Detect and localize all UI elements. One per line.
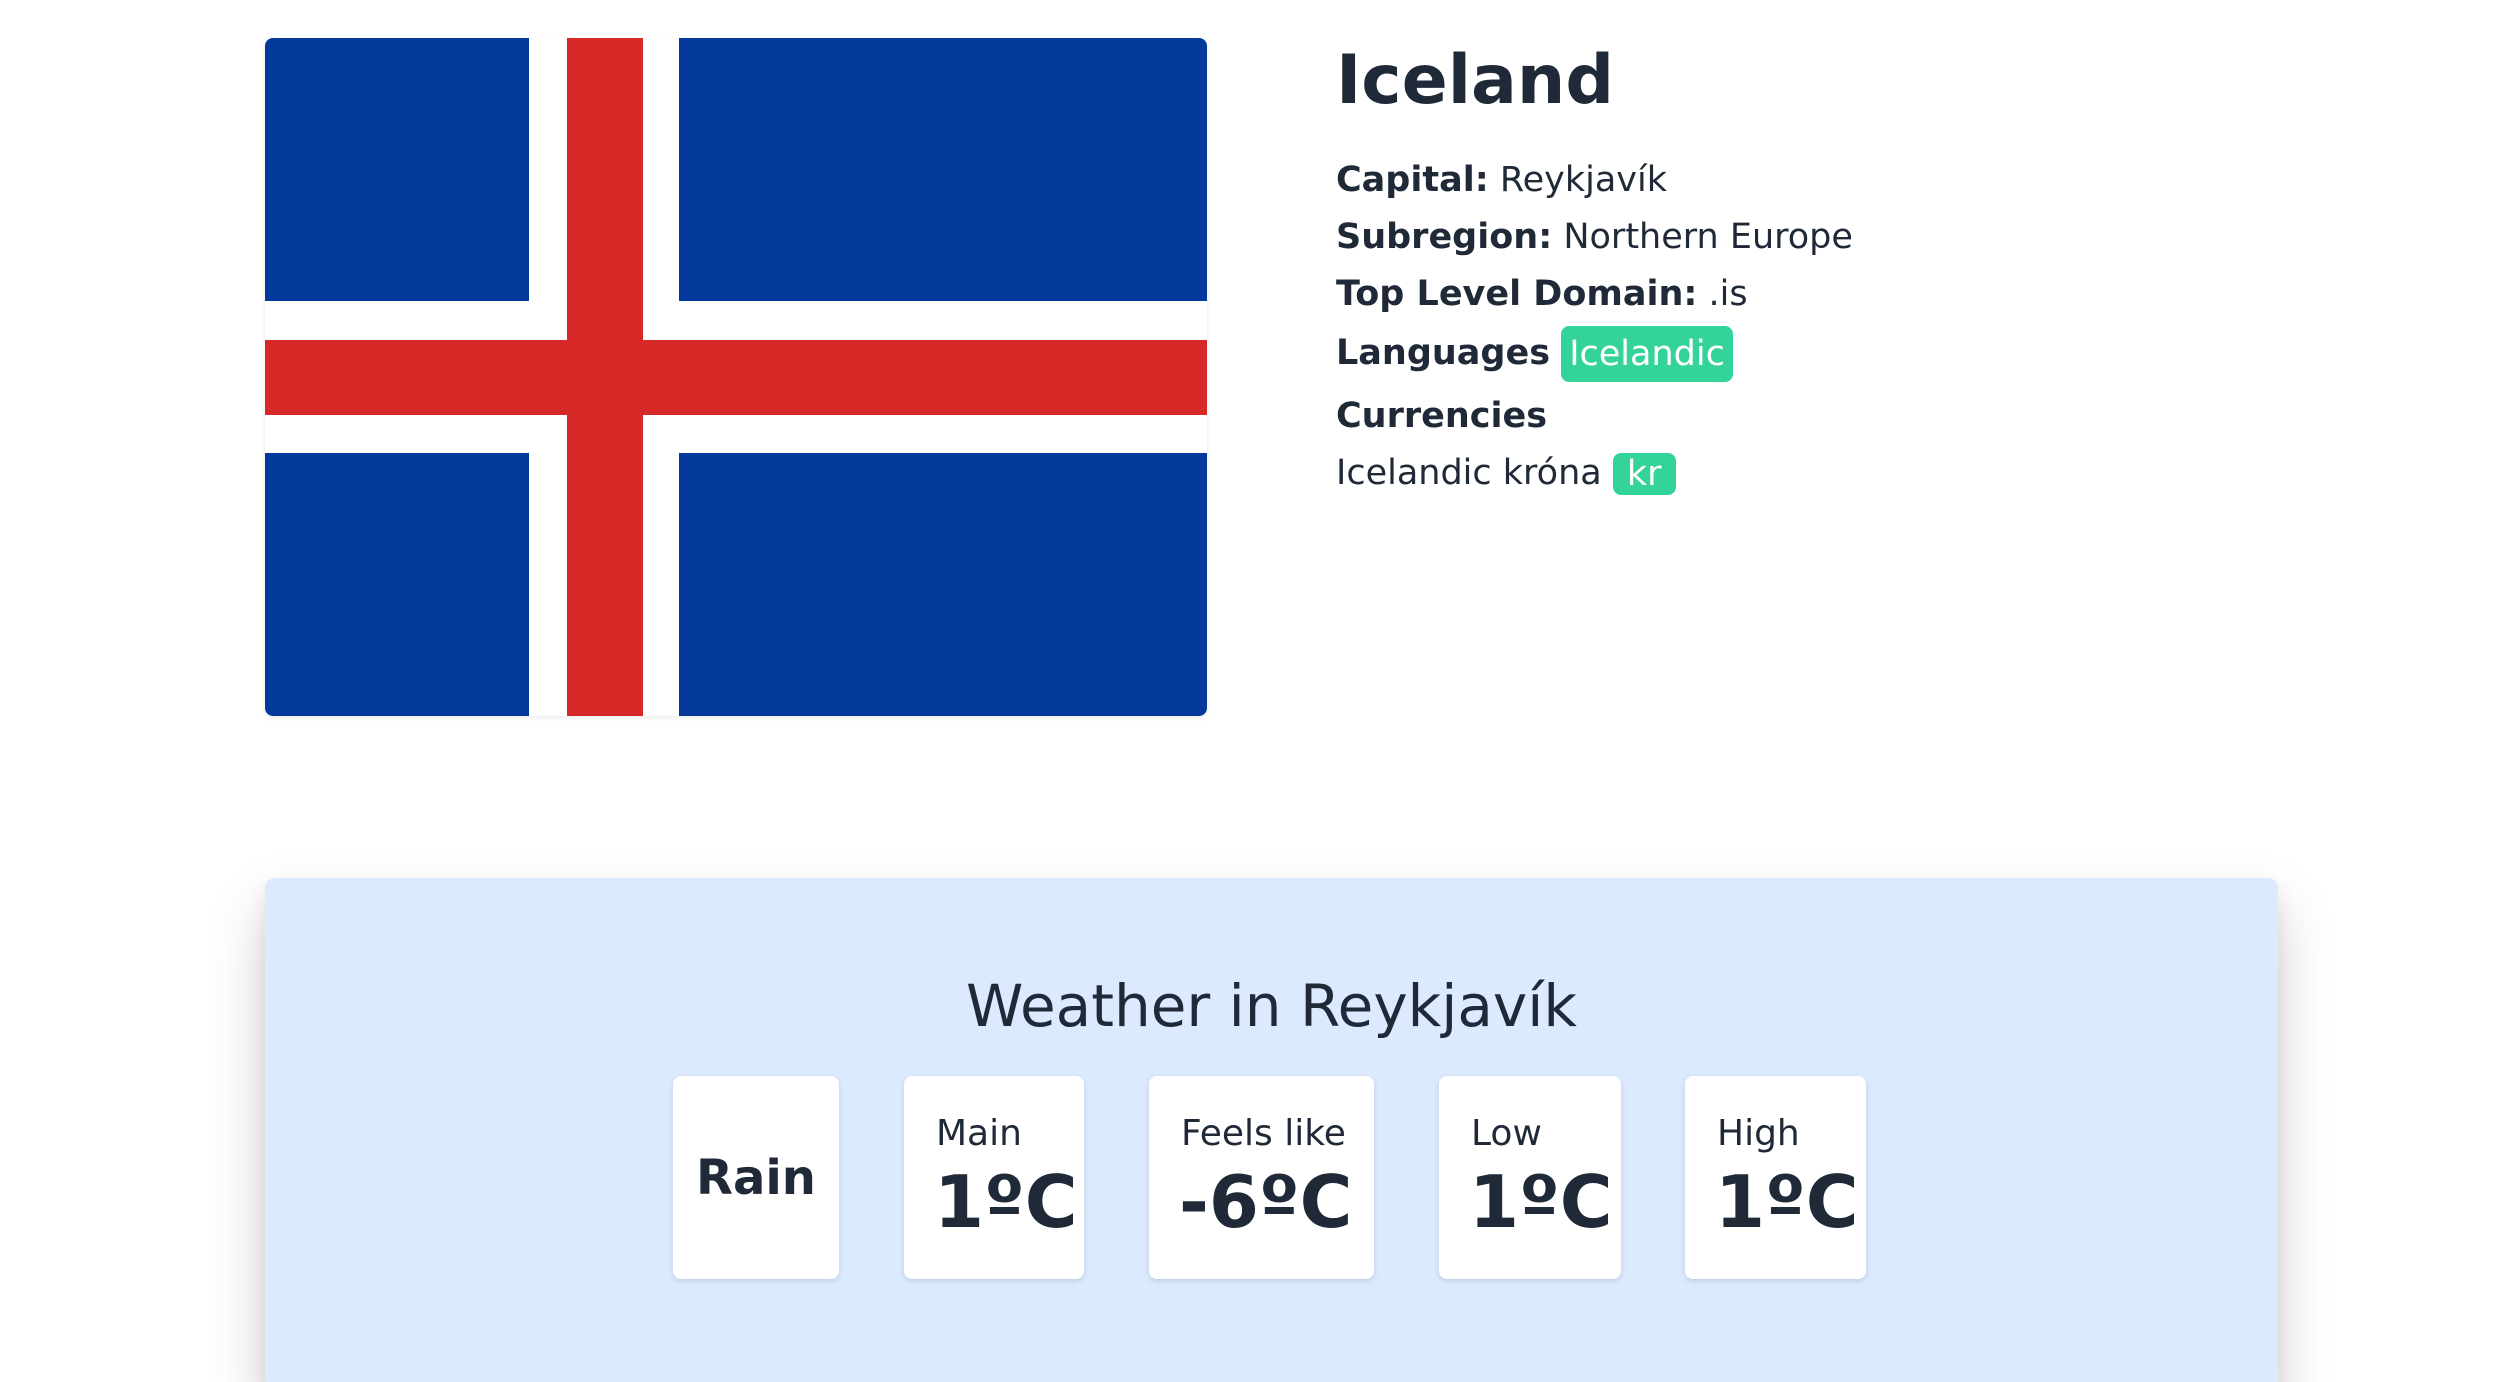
- currencies-label: Currencies: [1336, 396, 1548, 436]
- languages-label: Languages: [1336, 333, 1551, 373]
- weather-card-value: -6ºC: [1179, 1160, 1353, 1244]
- country-flag-image: [265, 38, 1207, 716]
- weather-card-label: High: [1717, 1113, 1800, 1154]
- weather-condition: Rain: [696, 1149, 816, 1206]
- currency-symbol-badge: kr: [1612, 453, 1676, 495]
- weather-card-value: 1ºC: [1469, 1160, 1613, 1244]
- weather-panel: Weather in Reykjavík Rain Main 1ºC Feels…: [265, 878, 2278, 1382]
- weather-title: Weather in Reykjavík: [966, 972, 1577, 1040]
- weather-card-high: High 1ºC: [1685, 1076, 1866, 1279]
- country-detail-page: Iceland Capital: Reykjavík Subregion: No…: [0, 0, 2500, 1382]
- capital-label: Capital:: [1336, 160, 1489, 200]
- weather-card-main: Main 1ºC: [904, 1076, 1084, 1279]
- tld-value: .is: [1708, 274, 1748, 314]
- capital-row: Capital: Reykjavík: [1336, 152, 2236, 209]
- weather-card-low: Low 1ºC: [1439, 1076, 1621, 1279]
- weather-card-label: Low: [1471, 1113, 1542, 1154]
- weather-card-feels-like: Feels like -6ºC: [1149, 1076, 1374, 1279]
- tld-row: Top Level Domain: .is: [1336, 266, 2236, 323]
- country-info: Iceland Capital: Reykjavík Subregion: No…: [1336, 36, 2236, 502]
- weather-card-value: 1ºC: [934, 1160, 1078, 1244]
- subregion-label: Subregion:: [1336, 217, 1553, 257]
- country-name: Iceland: [1336, 41, 1615, 120]
- weather-condition-card: Rain: [673, 1076, 839, 1279]
- weather-card-label: Feels like: [1181, 1113, 1346, 1154]
- capital-value: Reykjavík: [1499, 160, 1667, 200]
- flag-red-cross-horizontal: [265, 340, 1207, 415]
- currency-row: Icelandic króna kr: [1336, 445, 2236, 502]
- currency-name: Icelandic króna: [1336, 453, 1602, 493]
- language-badge: Icelandic: [1561, 326, 1733, 382]
- weather-card-value: 1ºC: [1715, 1160, 1859, 1244]
- subregion-row: Subregion: Northern Europe: [1336, 209, 2236, 266]
- languages-row: Languages Icelandic: [1336, 323, 2236, 383]
- subregion-value: Northern Europe: [1563, 217, 1853, 257]
- weather-card-label: Main: [936, 1113, 1022, 1154]
- tld-label: Top Level Domain:: [1336, 274, 1698, 314]
